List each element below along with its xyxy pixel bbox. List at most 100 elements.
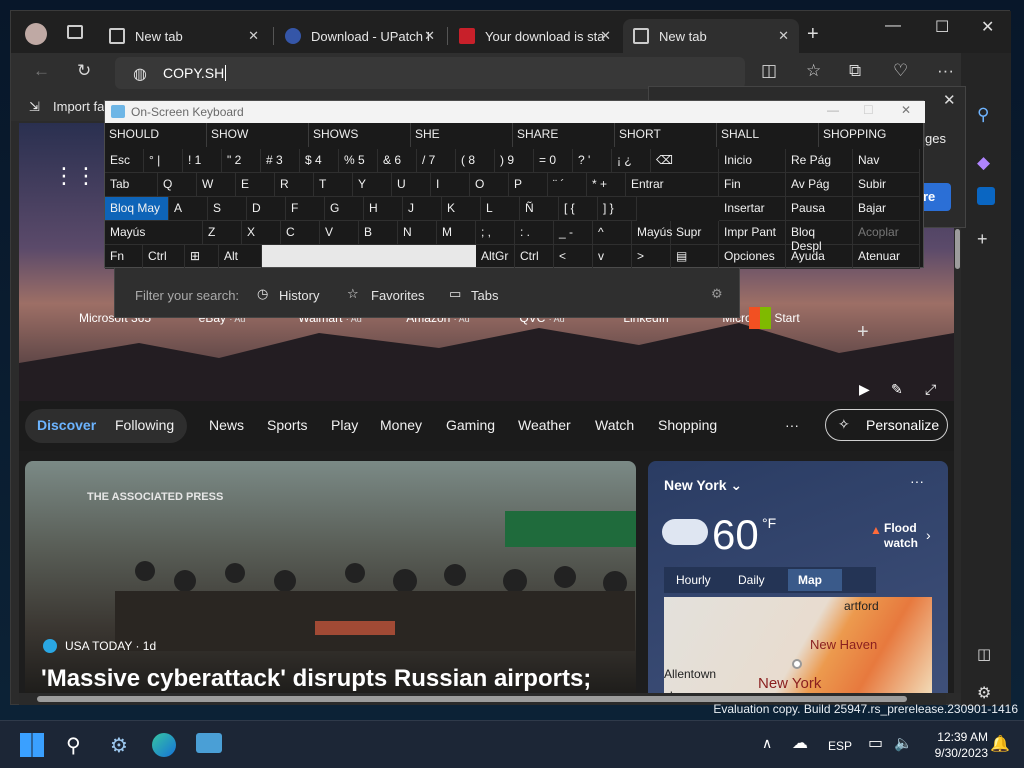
nav-gaming[interactable]: Gaming <box>446 417 495 433</box>
osk-nav-key[interactable]: Av Pág <box>786 173 853 197</box>
split-screen-icon[interactable]: ◫ <box>761 61 777 81</box>
osk-key[interactable]: Bloq May <box>105 197 169 221</box>
personalize-button[interactable]: ✧ Personalize <box>825 409 948 441</box>
osk-key[interactable]: Supr <box>671 221 719 245</box>
osk-key[interactable]: ¡ ¿ <box>612 149 651 173</box>
import-favorites-link[interactable]: Import fav <box>53 99 111 114</box>
osk-nav-key[interactable]: Inicio <box>719 149 786 173</box>
osk-key[interactable]: H <box>364 197 403 221</box>
osk-key[interactable]: J <box>403 197 442 221</box>
dropdown-settings-icon[interactable]: ⚙ <box>711 286 723 302</box>
osk-nav-key[interactable]: Impr Pant <box>719 221 786 245</box>
taskbar-osk-icon[interactable] <box>196 733 222 753</box>
osk-key[interactable]: ( 8 <box>456 149 495 173</box>
osk-key[interactable]: AltGr <box>476 245 515 269</box>
nav-more-icon[interactable]: ··· <box>785 417 799 433</box>
news-headline[interactable]: 'Massive cyberattack' disrupts Russian a… <box>41 665 591 693</box>
nav-sports[interactable]: Sports <box>267 417 307 433</box>
osk-key[interactable]: M <box>437 221 476 245</box>
osk-key[interactable]: * + <box>587 173 626 197</box>
osk-key[interactable]: $ 4 <box>300 149 339 173</box>
osk-key[interactable]: D <box>247 197 286 221</box>
osk-key[interactable]: S <box>208 197 247 221</box>
osk-key[interactable]: Ñ <box>520 197 559 221</box>
weather-card[interactable]: New York ⌄ ··· 60 °F ▲ Flood watch › Hou… <box>648 461 948 693</box>
filter-favorites[interactable]: Favorites <box>371 288 424 303</box>
osk-prediction[interactable]: SHE <box>411 123 513 147</box>
settings-gear-icon[interactable]: ⚙ <box>977 683 991 703</box>
filter-tabs[interactable]: Tabs <box>471 288 498 303</box>
osk-key[interactable]: Z <box>203 221 242 245</box>
tab-new-tab-1[interactable]: New tab ✕ <box>99 19 269 53</box>
osk-key[interactable]: N <box>398 221 437 245</box>
new-tab-plus-icon[interactable]: + <box>807 23 819 46</box>
taskbar-settings-icon[interactable]: ⚙ <box>110 733 128 758</box>
osk-maximize-icon[interactable]: ☐ <box>863 103 874 117</box>
nav-money[interactable]: Money <box>380 417 422 433</box>
osk-key[interactable]: % 5 <box>339 149 378 173</box>
close-window-icon[interactable]: ✕ <box>981 17 994 37</box>
osk-prediction[interactable]: SHORT <box>615 123 717 147</box>
nav-following[interactable]: Following <box>115 417 174 433</box>
osk-nav-key[interactable]: Bajar <box>853 197 920 221</box>
tab-hourly[interactable]: Hourly <box>676 573 711 587</box>
osk-key[interactable]: Alt <box>219 245 262 269</box>
edit-background-icon[interactable]: ✎ <box>891 381 903 398</box>
filter-history[interactable]: History <box>279 288 319 303</box>
favorites-star-icon[interactable]: ☆ <box>806 61 821 81</box>
osk-key[interactable]: R <box>275 173 314 197</box>
osk-key[interactable]: I <box>431 173 470 197</box>
osk-key[interactable]: F <box>286 197 325 221</box>
add-sidebar-icon[interactable]: + <box>977 229 988 250</box>
tab-new-tab-active[interactable]: New tab ✕ <box>623 19 799 53</box>
tray-network-icon[interactable]: ☁ <box>792 733 808 753</box>
outlook-icon[interactable] <box>977 187 995 205</box>
osk-key[interactable]: ⊞ <box>185 245 219 269</box>
osk-key[interactable]: ! 1 <box>183 149 222 173</box>
osk-key[interactable]: > <box>632 245 671 269</box>
osk-nav-key[interactable]: Fin <box>719 173 786 197</box>
osk-nav-key[interactable]: Nav <box>853 149 920 173</box>
osk-nav-key[interactable]: Re Pág <box>786 149 853 173</box>
clock[interactable]: 12:39 AM 9/30/2023 <box>922 729 988 761</box>
nav-discover[interactable]: Discover <box>37 417 96 433</box>
osk-key[interactable]: V <box>320 221 359 245</box>
nav-shopping[interactable]: Shopping <box>658 417 717 433</box>
osk-space-key[interactable] <box>262 245 476 267</box>
osk-key[interactable]: O <box>470 173 509 197</box>
osk-key[interactable]: Ctrl <box>515 245 554 269</box>
tray-chevron-icon[interactable]: ∧ <box>762 735 772 752</box>
search-icon[interactable]: ⚲ <box>977 105 989 125</box>
start-windows-icon[interactable] <box>20 733 44 757</box>
osk-key[interactable]: ? ' <box>573 149 612 173</box>
more-menu-icon[interactable]: ··· <box>937 61 954 81</box>
osk-minimize-icon[interactable]: — <box>827 103 839 117</box>
tab-download-started[interactable]: Your download is sta ✕ <box>449 19 621 53</box>
flood-alert[interactable]: Flood watch <box>884 521 924 551</box>
play-icon[interactable]: ▶ <box>859 381 870 398</box>
osk-key[interactable]: ] } <box>598 197 637 221</box>
osk-key[interactable]: A <box>169 197 208 221</box>
maximize-icon[interactable]: ☐ <box>935 17 949 37</box>
osk-nav-key[interactable]: Insertar <box>719 197 786 221</box>
health-icon[interactable]: ♡ <box>893 61 908 81</box>
refresh-icon[interactable]: ↻ <box>77 61 91 81</box>
news-card[interactable]: THE ASSOCIATED PRESS USA TODAY · 1d 'Mas… <box>25 461 636 693</box>
osk-key[interactable]: Esc <box>105 149 144 173</box>
osk-key[interactable]: Tab <box>105 173 158 197</box>
osk-key[interactable]: G <box>325 197 364 221</box>
osk-key[interactable]: X <box>242 221 281 245</box>
osk-prediction[interactable]: SHOPPING <box>819 123 925 147</box>
osk-key[interactable]: ) 9 <box>495 149 534 173</box>
osk-key[interactable]: / 7 <box>417 149 456 173</box>
osk-key[interactable]: Q <box>158 173 197 197</box>
osk-key[interactable]: < <box>554 245 593 269</box>
osk-key[interactable]: ⌫ <box>651 149 719 173</box>
tray-volume-icon[interactable]: 🔈 <box>894 734 913 752</box>
osk-key[interactable]: Mayús <box>105 221 203 245</box>
osk-key[interactable]: [ { <box>559 197 598 221</box>
osk-key[interactable]: W <box>197 173 236 197</box>
popup-close-icon[interactable]: ✕ <box>943 91 956 109</box>
tab-download-upatch[interactable]: Download - UPatch I ✕ <box>275 19 445 53</box>
osk-key[interactable]: v <box>593 245 632 269</box>
